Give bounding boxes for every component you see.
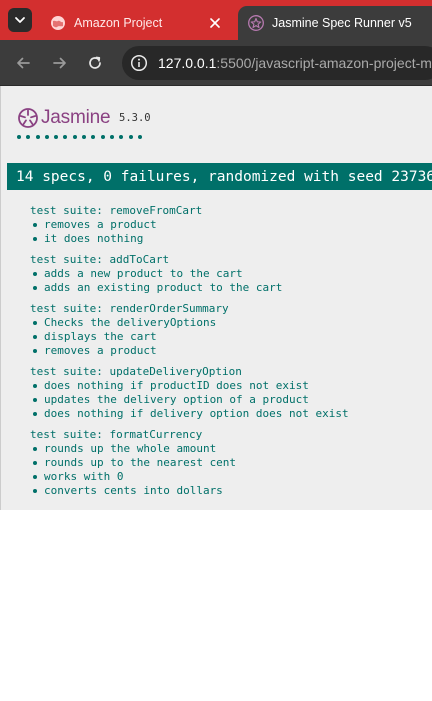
url-host: 127.0.0.1 [158, 55, 217, 71]
test-suite: test suite: addToCart adds a new product … [30, 253, 349, 295]
passed-spec-dot[interactable] [100, 135, 105, 139]
browser-tab-strip: Amazon Project Jasmine Spec Runner v5 [0, 0, 432, 40]
spec-link[interactable]: rounds up the whole amount [30, 442, 349, 456]
site-info-icon[interactable] [130, 54, 148, 72]
spec-link[interactable]: converts cents into dollars [30, 484, 349, 498]
spec-link[interactable]: updates the delivery option of a product [30, 393, 349, 407]
passed-spec-dot[interactable] [82, 135, 87, 139]
tab-title: Amazon Project [74, 16, 163, 30]
passed-spec-dot[interactable] [17, 135, 21, 139]
suite-name-link[interactable]: test suite: renderOrderSummary [30, 302, 349, 316]
suite-name-link[interactable]: test suite: updateDeliveryOption [30, 365, 349, 379]
spec-link[interactable]: removes a product [30, 344, 349, 358]
jasmine-logo-text[interactable]: Jasmine [41, 107, 111, 129]
passed-spec-dot[interactable] [63, 135, 68, 139]
url-text: 127.0.0.1:5500/javascript-amazon-project… [158, 55, 432, 71]
spec-link[interactable]: works with 0 [30, 470, 349, 484]
arrow-left-icon [17, 57, 30, 69]
spec-link[interactable]: it does nothing [30, 232, 349, 246]
spec-link[interactable]: displays the cart [30, 330, 349, 344]
tab-title: Jasmine Spec Runner v5 [272, 16, 412, 30]
chevron-down-icon [15, 17, 25, 23]
results-summary-text: 14 specs, 0 failures, randomized with se… [16, 168, 432, 185]
jasmine-page: Jasmine 5.3.0 14 specs, 0 failures, rand… [0, 86, 432, 510]
passed-spec-dot[interactable] [109, 135, 114, 139]
address-bar[interactable]: 127.0.0.1:5500/javascript-amazon-project… [122, 46, 432, 80]
forward-button[interactable] [48, 51, 72, 75]
passed-spec-dot[interactable] [54, 135, 59, 139]
suite-list: test suite: removeFromCart removes a prod… [30, 204, 349, 505]
jasmine-banner: Jasmine [18, 107, 111, 129]
spec-link[interactable]: does nothing if productID does not exist [30, 379, 349, 393]
suite-name-link[interactable]: test suite: removeFromCart [30, 204, 349, 218]
spec-link[interactable]: rounds up to the nearest cent [30, 456, 349, 470]
results-summary-bar: 14 specs, 0 failures, randomized with se… [7, 163, 432, 190]
tab-close-button[interactable] [206, 14, 224, 32]
test-suite: test suite: formatCurrency rounds up the … [30, 428, 349, 498]
test-suite: test suite: updateDeliveryOption does not… [30, 365, 349, 421]
suite-name-link[interactable]: test suite: formatCurrency [30, 428, 349, 442]
suite-name-link[interactable]: test suite: addToCart [30, 253, 349, 267]
spec-link[interactable]: removes a product [30, 218, 349, 232]
reload-button[interactable] [83, 51, 107, 75]
spec-link[interactable]: adds a new product to the cart [30, 267, 349, 281]
url-path: :5500/javascript-amazon-project-ma [216, 55, 432, 71]
jasmine-flower-icon [248, 15, 264, 31]
passed-spec-dot[interactable] [72, 135, 77, 139]
passed-spec-dot[interactable] [119, 135, 124, 139]
passed-spec-dot[interactable] [91, 135, 96, 139]
browser-toolbar: 127.0.0.1:5500/javascript-amazon-project… [0, 40, 432, 86]
spec-link[interactable]: Checks the deliveryOptions [30, 316, 349, 330]
close-icon [210, 18, 220, 28]
globe-icon [51, 16, 65, 30]
arrow-right-icon [53, 57, 66, 69]
spec-link[interactable]: adds an existing product to the cart [30, 281, 349, 295]
passed-spec-dot[interactable] [128, 135, 133, 139]
passed-spec-dot[interactable] [35, 135, 40, 139]
tab-amazon-project[interactable]: Amazon Project [40, 6, 232, 40]
tab-search-button[interactable] [8, 8, 32, 32]
reload-icon [89, 56, 101, 69]
back-button[interactable] [11, 51, 35, 75]
jasmine-logo-icon[interactable] [18, 108, 38, 128]
jasmine-version: 5.3.0 [119, 112, 151, 124]
test-suite: test suite: removeFromCart removes a prod… [30, 204, 349, 246]
test-suite: test suite: renderOrderSummary Checks the… [30, 302, 349, 358]
tab-jasmine-spec-runner[interactable]: Jasmine Spec Runner v5 [238, 6, 432, 40]
passed-spec-dot[interactable] [44, 135, 49, 139]
passed-spec-dot[interactable] [26, 135, 31, 139]
spec-status-dots [17, 135, 142, 139]
passed-spec-dot[interactable] [137, 135, 142, 139]
spec-link[interactable]: does nothing if delivery option does not… [30, 407, 349, 421]
